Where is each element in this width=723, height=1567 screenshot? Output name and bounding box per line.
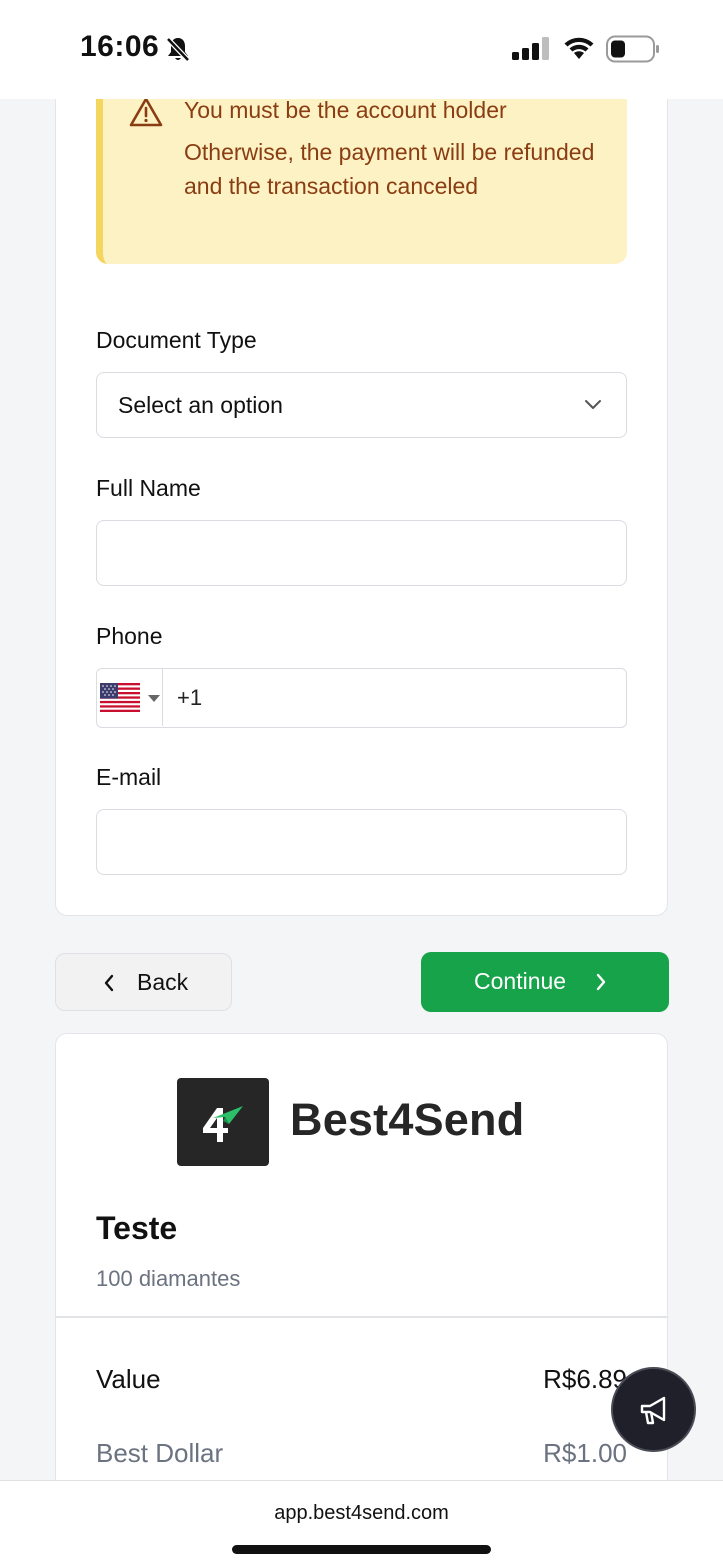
chevron-left-icon	[104, 974, 114, 992]
url-text[interactable]: app.best4send.com	[0, 1502, 723, 1525]
back-button-label: Back	[137, 969, 189, 995]
country-code-selector[interactable]	[97, 669, 163, 726]
best-dollar-row-amount: R$1.00	[543, 1438, 627, 1468]
product-title: Teste	[96, 1210, 178, 1246]
phone-label: Phone	[96, 623, 163, 649]
status-time: 16:06	[80, 30, 160, 63]
back-button[interactable]: Back	[55, 953, 232, 1011]
email-input[interactable]	[96, 809, 627, 875]
warning-triangle-icon	[129, 97, 163, 127]
bell-slash-icon	[166, 37, 190, 62]
battery-icon	[606, 35, 659, 63]
warning-body: Otherwise, the payment will be refunded …	[184, 139, 595, 199]
wifi-icon	[564, 37, 594, 59]
status-bar: 16:06	[0, 0, 723, 99]
summary-divider	[56, 1316, 667, 1318]
cellular-signal-icon	[512, 37, 549, 60]
megaphone-icon	[640, 1396, 666, 1425]
phone-field: +1	[96, 668, 627, 728]
value-row-label: Value	[96, 1364, 161, 1394]
continue-button[interactable]: Continue	[421, 952, 669, 1012]
home-indicator[interactable]	[232, 1545, 491, 1554]
document-type-value: Select an option	[118, 392, 283, 418]
brand-name: Best4Send	[290, 1094, 525, 1145]
best4send-logo-icon	[203, 1106, 243, 1142]
document-type-select[interactable]: Select an option	[96, 372, 627, 438]
feedback-fab-button[interactable]	[611, 1367, 696, 1452]
chevron-right-icon	[596, 973, 606, 991]
product-description: 100 diamantes	[96, 1266, 241, 1291]
document-type-label: Document Type	[96, 327, 257, 353]
us-flag-icon	[100, 683, 140, 712]
phone-input[interactable]: +1	[177, 685, 202, 711]
chevron-down-icon	[585, 400, 601, 409]
full-name-input[interactable]	[96, 520, 627, 586]
warning-title: You must be the account holder	[184, 97, 507, 123]
best-dollar-row-label: Best Dollar	[96, 1438, 224, 1468]
browser-address-bar: app.best4send.com	[0, 1480, 723, 1567]
brand-logo-mark	[177, 1078, 269, 1166]
email-label: E-mail	[96, 764, 162, 790]
caret-down-icon	[148, 695, 160, 702]
continue-button-label: Continue	[474, 968, 567, 994]
full-name-label: Full Name	[96, 475, 201, 501]
